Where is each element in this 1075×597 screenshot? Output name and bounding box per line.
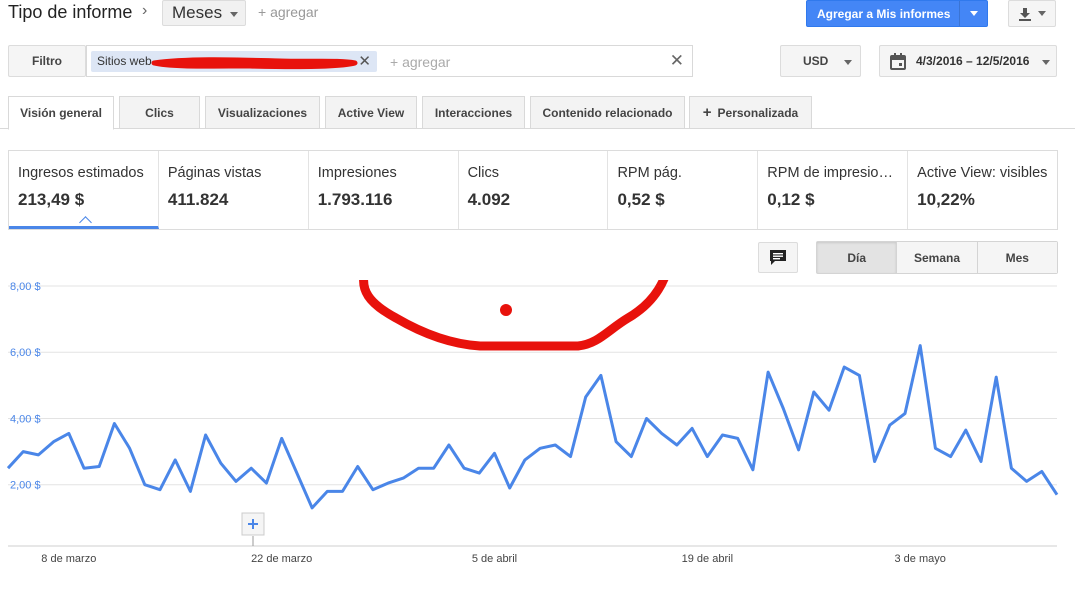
filter-add-input[interactable]: + agregar	[390, 54, 450, 70]
metric-label: Clics	[467, 165, 499, 181]
metric-label: RPM de impresiones	[767, 165, 899, 181]
add-to-my-reports-button[interactable]: Agregar a Mis informes	[806, 0, 988, 27]
metric-value: 10,22%	[917, 190, 975, 209]
tab-visualizaciones[interactable]: Visualizaciones	[205, 96, 320, 129]
redaction-scribble	[151, 57, 358, 70]
currency-dropdown[interactable]: USD	[780, 45, 861, 77]
x-axis-ticks: 8 de marzo 22 de marzo 5 de abril 19 de abr…	[41, 553, 946, 565]
filter-button[interactable]: Filtro	[8, 45, 86, 77]
add-annotation-marker[interactable]	[241, 512, 265, 546]
tab-personalizada-label: Personalizada	[717, 105, 799, 120]
y-tick-label: 4,00 $	[10, 413, 41, 425]
metric-value: 1.793.116	[317, 190, 393, 209]
y-tick-label: 8,00 $	[10, 281, 41, 293]
x-tick-label: 19 de abril	[682, 553, 733, 565]
add-to-my-reports-label: Agregar a Mis informes	[817, 6, 951, 21]
tab-personalizada[interactable]: + Personalizada	[689, 96, 812, 129]
metric-paginas-vistas[interactable]: Páginas vistas 411.824	[159, 151, 309, 229]
period-label: Meses	[172, 3, 223, 22]
caret-down-icon	[1038, 11, 1046, 16]
smiley-scribble	[359, 280, 669, 351]
comment-icon	[770, 250, 786, 265]
tab-clics[interactable]: Clics	[119, 96, 200, 129]
y-tick-label: 6,00 $	[10, 347, 41, 359]
metric-label: RPM pág.	[617, 165, 682, 181]
metric-value: 411.824	[167, 190, 229, 209]
metric-label: Ingresos estimados	[18, 165, 144, 181]
metric-label: Páginas vistas	[167, 165, 262, 181]
plus-icon: +	[702, 104, 712, 121]
x-tick-label: 22 de marzo	[251, 553, 312, 565]
granularity-dia[interactable]: Día	[817, 242, 898, 273]
metric-label: Impresiones	[317, 165, 397, 181]
tab-interacciones[interactable]: Interacciones	[422, 96, 525, 129]
download-button[interactable]	[1008, 0, 1056, 27]
revenue-line-chart: 8,00 $ 6,00 $ 4,00 $ 2,00 $ 8 de marzo 22 de…	[6, 280, 1059, 565]
date-range-label: 4/3/2016 – 12/5/2016	[916, 54, 1030, 68]
y-tick-label: 2,00 $	[10, 480, 41, 492]
report-type-label: Tipo de informe	[8, 2, 133, 22]
metric-value: 0,12 $	[767, 190, 815, 209]
metric-rpm-impresiones[interactable]: RPM de impresiones 0,12 $	[758, 151, 909, 229]
granularity-mes[interactable]: Mes	[977, 242, 1057, 273]
metric-value: 4.092	[467, 190, 511, 209]
x-tick-label: 8 de marzo	[41, 553, 96, 565]
metric-value: 0,52 $	[617, 190, 665, 209]
date-range-picker[interactable]: 4/3/2016 – 12/5/2016	[879, 45, 1057, 77]
chevron-right-icon: ›	[142, 2, 148, 19]
caret-down-icon	[844, 60, 852, 65]
caret-down-icon	[969, 11, 978, 16]
annotation-button[interactable]	[758, 242, 798, 273]
metrics-scorecard: Ingresos estimados 213,49 $ Páginas vist…	[8, 150, 1058, 230]
tab-active-view[interactable]: Active View	[325, 96, 417, 129]
x-tick-label: 3 de mayo	[894, 553, 945, 565]
calendar-icon	[890, 52, 906, 70]
tab-contenido-relacionado[interactable]: Contenido relacionado	[530, 96, 685, 129]
currency-label: USD	[803, 54, 829, 68]
x-tick-label: 5 de abril	[472, 553, 517, 565]
metric-rpm-pag[interactable]: RPM pág. 0,52 $	[608, 151, 759, 229]
tab-vision-general[interactable]: Visión general	[8, 96, 114, 130]
clear-filter-icon[interactable]: ✕	[670, 51, 684, 71]
series-line	[6, 344, 1059, 510]
granularity-toggle: Día Semana Mes	[816, 241, 1058, 274]
caret-down-icon	[1042, 60, 1050, 65]
metric-impresiones[interactable]: Impresiones 1.793.116	[309, 151, 459, 229]
add-dimension-link[interactable]: + agregar	[258, 4, 318, 20]
metric-value: 213,49 $	[18, 190, 85, 209]
metric-ingresos-estimados[interactable]: Ingresos estimados 213,49 $	[9, 151, 159, 229]
metric-label: Active View: visibles	[917, 165, 1048, 181]
metric-clics[interactable]: Clics 4.092	[459, 151, 609, 229]
filter-chip-label: Sitios web	[97, 54, 152, 68]
metric-active-view-visibles[interactable]: Active View: visibles 10,22%	[908, 151, 1057, 229]
period-dropdown[interactable]: Meses	[162, 0, 246, 26]
download-icon	[1019, 7, 1031, 21]
save-dropdown-toggle[interactable]	[959, 1, 987, 26]
granularity-semana[interactable]: Semana	[897, 242, 978, 273]
caret-down-icon	[230, 12, 238, 17]
